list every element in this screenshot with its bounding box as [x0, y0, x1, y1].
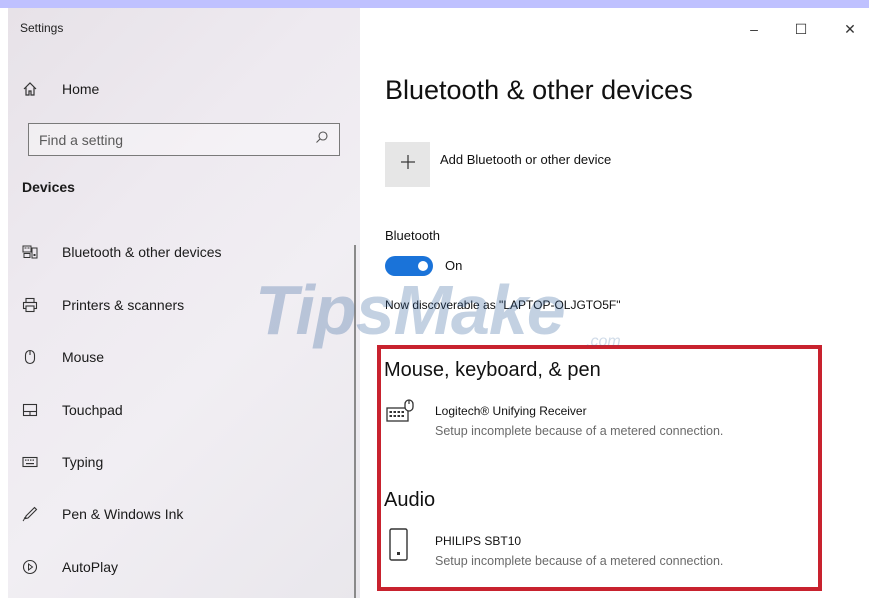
- sidebar-item-bluetooth[interactable]: Bluetooth & other devices: [20, 237, 350, 267]
- section-header-devices: Devices: [22, 179, 75, 195]
- add-device-label[interactable]: Add Bluetooth or other device: [440, 152, 611, 167]
- search-input[interactable]: [39, 131, 299, 148]
- sidebar-item-label: Pen & Windows Ink: [62, 506, 184, 522]
- minimize-button[interactable]: –: [739, 18, 769, 40]
- sidebar-item-pen[interactable]: Pen & Windows Ink: [20, 499, 350, 529]
- maximize-button[interactable]: ☐: [786, 18, 816, 40]
- sidebar-item-label: AutoPlay: [62, 559, 119, 575]
- sidebar-item-label: Touchpad: [62, 402, 123, 418]
- pen-icon: [20, 504, 40, 524]
- top-border-strip: [0, 0, 869, 8]
- sidebar-item-touchpad[interactable]: Touchpad: [20, 395, 350, 425]
- sidebar-item-label: Home: [62, 81, 100, 97]
- sidebar-item-label: Printers & scanners: [62, 297, 185, 313]
- printer-icon: [20, 295, 40, 315]
- home-icon: [20, 79, 40, 99]
- watermark: TipsMake: [255, 271, 566, 349]
- sidebar-item-label: Mouse: [62, 349, 105, 365]
- autoplay-icon: [20, 557, 40, 577]
- close-button[interactable]: ✕: [835, 18, 865, 40]
- search-box[interactable]: [28, 123, 340, 156]
- app-title: Settings: [20, 21, 64, 35]
- sidebar-item-label: Bluetooth & other devices: [62, 244, 222, 260]
- watermark-suffix: .com: [586, 333, 621, 350]
- highlight-annotation-box: [377, 345, 822, 591]
- sidebar-item-typing[interactable]: Typing: [20, 447, 350, 477]
- sidebar-item-autoplay[interactable]: AutoPlay: [20, 552, 350, 582]
- mouse-icon: [20, 347, 40, 367]
- settings-window: Settings Home Devices Bluetooth & other …: [8, 8, 869, 598]
- bluetooth-label: Bluetooth: [385, 228, 440, 243]
- search-icon[interactable]: [315, 130, 329, 149]
- add-device-button[interactable]: [385, 142, 430, 187]
- touchpad-icon: [20, 400, 40, 420]
- plus-icon: [399, 153, 417, 176]
- sidebar-item-label: Typing: [62, 454, 104, 470]
- keyboard-icon: [20, 452, 40, 472]
- sidebar-item-home[interactable]: Home: [20, 74, 350, 104]
- bluetooth-devices-icon: [20, 242, 40, 262]
- page-title: Bluetooth & other devices: [385, 75, 693, 105]
